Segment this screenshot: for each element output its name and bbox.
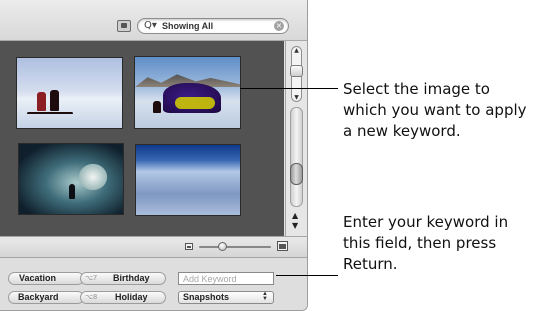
callout-line-text: Return. <box>343 255 398 273</box>
keyword-button-birthday[interactable]: ⌥7 Birthday <box>80 272 166 285</box>
zoom-up-arrow-icon[interactable]: ▲ <box>292 47 301 54</box>
keyword-button-backyard[interactable]: Backyard <box>8 291 84 304</box>
purple-tent-photo[interactable] <box>134 56 241 129</box>
keyword-button-holiday[interactable]: ⌥8 Holiday <box>80 291 166 304</box>
small-photo-icon <box>185 243 193 250</box>
callout-select-image: Select the image to which you want to ap… <box>343 79 547 142</box>
callout-leader-line <box>240 88 338 89</box>
vertical-scrollbar[interactable]: ▲ ▼ ▲ ▼ <box>285 41 307 236</box>
callout-line-text: which you want to apply <box>343 101 527 119</box>
zoom-knob[interactable] <box>290 65 303 77</box>
person-figure <box>37 92 46 111</box>
thumbnail-size-slider[interactable] <box>199 242 271 251</box>
keyword-button-label: Backyard <box>18 292 59 302</box>
tent-fly <box>175 97 215 109</box>
person-figure <box>153 101 161 113</box>
magnifier-dropdown-icon[interactable]: Q▾ <box>144 20 157 32</box>
callout-line-text: Select the image to <box>343 80 490 98</box>
callout-line-text: a new keyword. <box>343 122 461 140</box>
toolbar: Q▾ × <box>0 0 307 41</box>
zoom-control-icon[interactable]: ▲ ▼ <box>290 46 303 102</box>
updown-arrows-icon: ▲ ▼ <box>262 291 268 302</box>
keyword-button-label: Birthday <box>113 273 150 283</box>
scroll-thumb[interactable] <box>290 163 303 185</box>
large-photo-icon <box>277 241 288 251</box>
keyword-button-vacation[interactable]: Vacation <box>8 272 84 285</box>
keyword-shortcut: ⌥8 <box>85 294 97 301</box>
ice-formation <box>79 164 107 190</box>
snowy-expedition-photo[interactable] <box>16 57 123 129</box>
thumbnail-size-bar <box>0 236 307 258</box>
callout-enter-keyword: Enter your keyword in this field, then p… <box>343 212 547 275</box>
add-keyword-input[interactable] <box>178 272 274 285</box>
zoom-down-arrow-icon[interactable]: ▼ <box>292 94 301 101</box>
sled <box>27 112 73 114</box>
keywords-panel: Vacation ⌥7 Birthday Backyard ⌥8 Holiday… <box>0 258 307 310</box>
ice-cave-photo[interactable] <box>18 143 124 215</box>
photo-browser <box>0 41 284 236</box>
person-figure <box>50 90 59 111</box>
search-field[interactable]: Q▾ × <box>137 18 289 34</box>
scroll-track[interactable] <box>290 107 303 207</box>
clear-search-icon[interactable]: × <box>274 21 284 31</box>
snowfield-photo[interactable] <box>135 144 241 216</box>
person-figure <box>69 184 75 199</box>
keyword-set-select[interactable]: Snapshots ▲ ▼ <box>178 291 274 304</box>
scroll-down-arrow-icon[interactable]: ▼ <box>292 222 298 230</box>
search-input[interactable] <box>162 19 272 33</box>
callout-line-text: Enter your keyword in <box>343 213 509 231</box>
keyword-set-value: Snapshots <box>183 292 230 302</box>
callout-line-text: this field, then press <box>343 234 497 252</box>
iphoto-window-panel: Q▾ × ▲ ▼ ▲ ▼ <box>0 0 308 311</box>
callout-leader-line <box>276 275 338 276</box>
keyword-shortcut: ⌥7 <box>85 275 97 282</box>
keyword-button-label: Vacation <box>19 273 57 283</box>
scroll-up-arrow-icon[interactable]: ▲ <box>292 212 298 220</box>
photo-view-icon[interactable] <box>117 20 131 32</box>
keyword-button-label: Holiday <box>115 292 148 302</box>
thumbnail-size-slider-knob[interactable] <box>217 242 227 251</box>
